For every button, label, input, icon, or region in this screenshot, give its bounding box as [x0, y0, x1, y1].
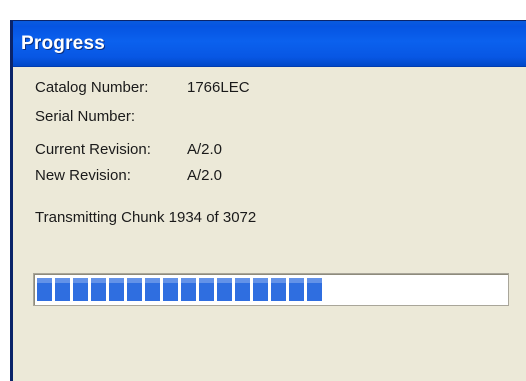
- status-text: Transmitting Chunk 1934 of 3072: [35, 209, 257, 226]
- current-revision-row: Current Revision: A/2.0: [35, 141, 222, 158]
- new-revision-label: New Revision:: [35, 167, 131, 184]
- title-bar[interactable]: Progress: [13, 21, 526, 67]
- catalog-number-row: Catalog Number: 1766LEC: [35, 79, 250, 96]
- current-revision-value: A/2.0: [187, 141, 223, 158]
- current-revision-label: Current Revision:: [35, 141, 151, 158]
- catalog-number-value: 1766LEC: [187, 79, 250, 96]
- new-revision-value: A/2.0: [187, 167, 223, 184]
- serial-number-row: Serial Number:: [35, 108, 135, 125]
- progress-dialog: Progress Catalog Number: 1766LEC Serial …: [10, 20, 526, 381]
- window-title: Progress: [21, 33, 105, 54]
- progress-track: [37, 278, 505, 301]
- progress-fill: [37, 278, 322, 301]
- progress-bar: [33, 273, 509, 306]
- new-revision-row: New Revision: A/2.0: [35, 167, 222, 184]
- serial-number-label: Serial Number:: [35, 108, 136, 125]
- dialog-content: Catalog Number: 1766LEC Serial Number: C…: [13, 67, 526, 381]
- catalog-number-label: Catalog Number:: [35, 79, 149, 96]
